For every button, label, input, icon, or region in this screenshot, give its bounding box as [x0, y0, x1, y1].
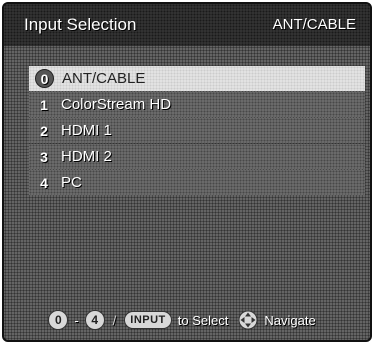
menu-title: Input Selection — [24, 15, 137, 34]
current-input: ANT/CABLE — [272, 16, 356, 33]
title-bar: Input Selection ANT/CABLE — [4, 4, 370, 46]
input-item-colorstream-hd[interactable]: 1 ColorStream HD — [29, 92, 365, 117]
input-number: 1 — [40, 96, 48, 113]
input-item-ant-cable[interactable]: 0 ANT/CABLE — [29, 66, 365, 91]
input-number: 3 — [40, 148, 48, 165]
input-item-hdmi-1[interactable]: 2 HDMI 1 — [29, 118, 365, 143]
input-item-pc[interactable]: 4 PC — [29, 170, 365, 195]
input-label: HDMI 2 — [61, 148, 112, 165]
input-number: 0 — [35, 69, 54, 88]
input-number: 4 — [40, 174, 48, 191]
key-4-icon: 4 — [84, 310, 105, 330]
input-selection-menu: Input Selection ANT/CABLE 0 ANT/CABLE 1 … — [2, 2, 372, 342]
input-label: HDMI 1 — [61, 122, 112, 139]
input-label: PC — [61, 174, 82, 191]
input-key-icon: INPUT — [124, 311, 172, 329]
footer-help: 0 - 4 / INPUT to Select Navigate — [4, 308, 370, 332]
dpad-icon — [238, 310, 258, 330]
key-0-icon: 0 — [48, 310, 69, 330]
input-label: ColorStream HD — [61, 96, 172, 113]
range-dash: - — [74, 312, 79, 328]
input-label: ANT/CABLE — [62, 70, 146, 87]
input-list: 0 ANT/CABLE 1 ColorStream HD 2 HDMI 1 3 … — [29, 66, 365, 196]
select-hint: to Select — [177, 312, 229, 328]
separator: / — [112, 312, 117, 328]
navigate-hint: Navigate — [264, 312, 316, 328]
input-number: 2 — [40, 122, 48, 139]
input-item-hdmi-2[interactable]: 3 HDMI 2 — [29, 144, 365, 169]
